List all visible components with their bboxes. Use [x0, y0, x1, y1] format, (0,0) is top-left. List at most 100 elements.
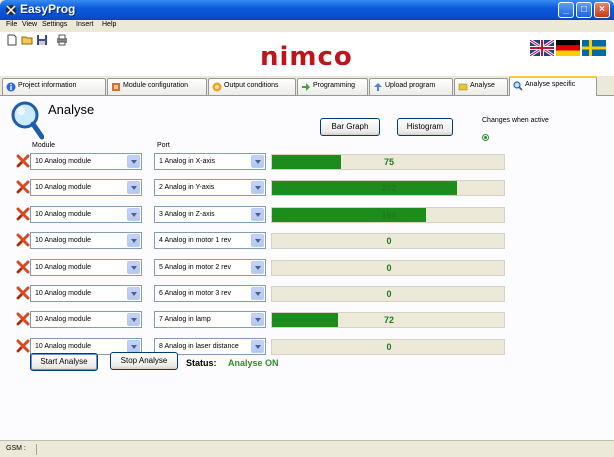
port-select-value: 1 Analog in X-axis [159, 158, 216, 165]
output-icon [212, 82, 222, 92]
close-button[interactable]: × [594, 2, 610, 18]
value-bar-label: 168 [381, 209, 397, 220]
port-select[interactable]: 6 Analog in motor 3 rev [154, 285, 266, 302]
module-select[interactable]: 10 Analog module [30, 153, 142, 170]
remove-row-icon[interactable] [16, 154, 30, 168]
remove-row-icon[interactable] [16, 233, 30, 247]
tab-module-configuration[interactable]: Module configuration [107, 78, 207, 95]
german-flag[interactable] [556, 40, 580, 56]
menu-settings[interactable]: Settings [42, 21, 67, 28]
remove-row-icon[interactable] [16, 312, 30, 326]
tab-analyse-specific[interactable]: Analyse specific [509, 76, 597, 96]
chevron-down-icon[interactable] [251, 234, 264, 248]
module-select[interactable]: 10 Analog module [30, 179, 142, 197]
menu-view[interactable]: View [22, 21, 37, 28]
port-select[interactable]: 4 Analog in motor 1 rev [154, 232, 266, 250]
toolbar: nimco [0, 32, 614, 76]
bar-graph-button[interactable]: Bar Graph [320, 118, 380, 136]
uk-flag[interactable] [530, 40, 554, 56]
tab-output-conditions[interactable]: Output conditions [208, 78, 296, 95]
tab-analyse[interactable]: Analyse [454, 78, 508, 95]
close-icon: × [599, 4, 605, 15]
tab-upload-program[interactable]: Upload program [369, 78, 453, 95]
module-select[interactable]: 10 Analog module [30, 285, 142, 302]
chevron-down-icon[interactable] [127, 234, 140, 248]
menu-insert[interactable]: Insert [76, 21, 94, 28]
minimize-button[interactable]: _ [558, 2, 574, 18]
changes-when-active-radio[interactable] [482, 134, 489, 141]
changes-when-active-label: Changes when active [482, 117, 549, 124]
print-icon[interactable] [56, 34, 68, 46]
swedish-flag[interactable] [582, 40, 606, 56]
module-select-value: 10 Analog module [35, 158, 92, 165]
chevron-down-icon[interactable] [251, 207, 264, 221]
analyse-icon [458, 83, 468, 91]
title-bar[interactable]: EasyProg _ □ × [0, 0, 614, 20]
value-bar: 0 [271, 233, 505, 250]
module-select[interactable]: 10 Analog module [30, 232, 142, 250]
module-select-value: 10 Analog module [35, 263, 92, 271]
value-bar: 75 [271, 154, 505, 170]
tab-programming[interactable]: Programming [297, 78, 368, 95]
histogram-button[interactable]: Histogram [397, 118, 453, 136]
remove-row-icon[interactable] [16, 180, 30, 194]
status-separator [36, 444, 37, 455]
module-select-value: 10 Analog module [35, 342, 92, 350]
status-label: Status: [186, 358, 217, 368]
menu-help[interactable]: Help [102, 21, 116, 28]
value-bar-label: 75 [383, 157, 394, 167]
save-icon[interactable] [36, 34, 48, 46]
module-select[interactable]: 10 Analog module [30, 258, 142, 276]
value-bar: 0 [271, 338, 505, 355]
chevron-down-icon[interactable] [127, 155, 140, 168]
port-select[interactable]: 5 Analog in motor 2 rev [154, 258, 266, 276]
module-select-value: 10 Analog module [35, 316, 92, 324]
remove-row-icon[interactable] [16, 339, 30, 353]
module-select[interactable]: 10 Analog module [30, 205, 142, 223]
open-folder-icon[interactable] [21, 34, 33, 46]
port-select-value: 6 Analog in motor 3 rev [159, 290, 231, 297]
chevron-down-icon[interactable] [127, 207, 140, 221]
port-select[interactable]: 7 Analog in lamp [154, 311, 266, 329]
value-bar: 0 [271, 286, 505, 302]
module-select[interactable]: 10 Analog module [30, 311, 142, 329]
new-file-icon[interactable] [6, 34, 18, 46]
chevron-down-icon[interactable] [251, 287, 264, 300]
port-select[interactable]: 1 Analog in X-axis [154, 153, 266, 170]
analyse-row: 10 Analog module 5 Analog in motor 2 rev 0 [0, 258, 614, 278]
app-icon [6, 5, 16, 15]
remove-row-icon[interactable] [16, 286, 30, 300]
tab-project-information[interactable]: Project information [2, 78, 106, 95]
upload-icon [374, 83, 382, 91]
chevron-down-icon[interactable] [127, 287, 140, 300]
chevron-down-icon[interactable] [127, 260, 140, 274]
start-analyse-button[interactable]: Start Analyse [30, 353, 98, 371]
remove-row-icon[interactable] [16, 207, 30, 221]
module-icon [112, 83, 120, 91]
tab-strip: Project information Module configuration… [0, 76, 614, 96]
value-bar-label: 72 [383, 315, 394, 326]
gsm-status: GSM : [6, 445, 26, 452]
window-title: EasyProg [20, 2, 76, 16]
remove-row-icon[interactable] [16, 260, 30, 274]
port-select[interactable]: 2 Analog in Y-axis [154, 179, 266, 197]
chevron-down-icon[interactable] [251, 339, 264, 353]
value-bar: 168 [271, 206, 505, 223]
chevron-down-icon[interactable] [127, 313, 140, 327]
chevron-down-icon[interactable] [127, 339, 140, 353]
module-column-header: Module [32, 142, 55, 149]
analyse-row: 10 Analog module 6 Analog in motor 3 rev 0 [0, 284, 614, 304]
chevron-down-icon[interactable] [251, 181, 264, 195]
chevron-down-icon[interactable] [251, 313, 264, 327]
nimco-logo: nimco [260, 42, 353, 72]
value-bar: 72 [271, 312, 505, 329]
menu-file[interactable]: File [6, 21, 17, 28]
port-select[interactable]: 3 Analog in Z-axis [154, 205, 266, 223]
minimize-icon: _ [563, 4, 569, 15]
chevron-down-icon[interactable] [127, 181, 140, 195]
stop-analyse-button[interactable]: Stop Analyse [110, 352, 178, 370]
page-title: Analyse [48, 102, 95, 117]
maximize-button[interactable]: □ [576, 2, 592, 18]
chevron-down-icon[interactable] [251, 260, 264, 274]
chevron-down-icon[interactable] [251, 155, 264, 168]
